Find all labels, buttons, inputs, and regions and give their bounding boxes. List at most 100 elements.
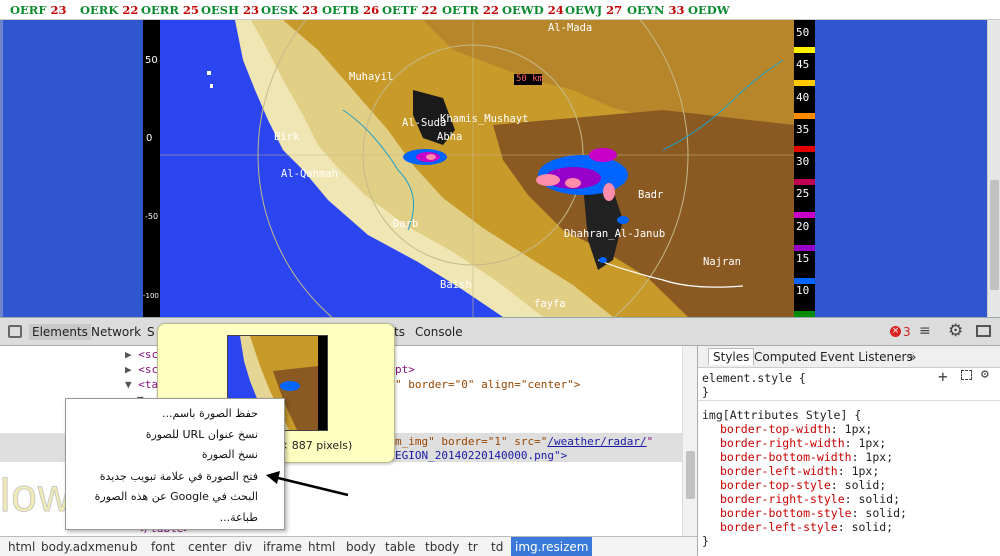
menu-item-save-image-as[interactable]: حفظ الصورة باسم...	[162, 407, 258, 420]
station-oetr[interactable]: OETR 22	[442, 3, 499, 17]
city-label: Al-Qahmah	[281, 168, 338, 180]
css-property[interactable]: border-bottom-width: 1px;	[720, 450, 893, 464]
breadcrumb-item[interactable]: html	[308, 540, 335, 554]
right-gutter	[839, 20, 987, 317]
radar-image[interactable]: 50 0 -50 -100 50 km Al-Mada Muhayil Al-S…	[143, 20, 839, 317]
station-oerr[interactable]: OERR 25	[141, 3, 199, 17]
radar-island-2	[210, 84, 213, 88]
breadcrumb-item[interactable]: tr	[468, 540, 478, 554]
city-label: Muhayil	[349, 71, 394, 83]
city-label: Baish	[440, 279, 472, 291]
toggle-state-icon[interactable]	[961, 370, 972, 380]
station-oetb[interactable]: OETB 26	[322, 3, 379, 17]
gear-icon[interactable]: ⚙	[981, 367, 989, 382]
element-style-rule[interactable]: element.style {	[702, 371, 806, 385]
tab-audits[interactable]: ts	[394, 325, 405, 339]
breadcrumb-item[interactable]: iframe	[263, 540, 302, 554]
tab-console[interactable]: Console	[415, 325, 463, 339]
menu-item-open-image-new-tab[interactable]: فتح الصورة في علامة تبويب جديدة	[100, 470, 258, 483]
station-oesk[interactable]: OESK 23	[261, 3, 318, 17]
scale-label: 40	[795, 91, 811, 104]
city-label: Dhahran_Al-Janub	[564, 228, 666, 240]
img-node-line-2: EGION_20140220140000.png">	[395, 449, 568, 462]
scale-label: 35	[795, 123, 811, 136]
breadcrumb-item[interactable]: table	[385, 540, 415, 554]
tab-styles[interactable]: Styles	[708, 348, 755, 365]
radar-rain-peak-east-3	[603, 183, 615, 201]
tab-computed[interactable]: Computed	[754, 350, 816, 364]
station-oeyn[interactable]: OEYN 33	[627, 3, 685, 17]
radar-island-1	[207, 71, 211, 75]
dock-icon[interactable]	[976, 325, 991, 337]
watermark-text: low	[0, 469, 73, 522]
thumb-rain	[280, 381, 300, 391]
breadcrumb-item[interactable]: td	[491, 540, 503, 554]
elements-scrollbar[interactable]	[682, 346, 697, 536]
annotation-arrow-icon	[266, 471, 349, 497]
station-oesh[interactable]: OESH 23	[201, 3, 259, 17]
tab-elements[interactable]: Elements	[29, 324, 91, 340]
page-scroll-thumb[interactable]	[990, 180, 999, 290]
css-property[interactable]: border-bottom-style: solid;	[720, 506, 907, 520]
error-count[interactable]: 3	[903, 325, 911, 339]
img-node-line[interactable]: m_img" border="1" src="/weather/radar/"	[395, 435, 653, 449]
menu-item-copy-image[interactable]: نسخ الصورة	[202, 448, 258, 461]
table-attributes: " border="0" align="center">	[395, 378, 581, 391]
attributes-style-selector[interactable]: img[Attributes Style] {	[702, 408, 861, 422]
breadcrumb-item[interactable]: body.adxmenu	[41, 540, 129, 554]
tree-node[interactable]: ▼ <ta	[125, 378, 158, 392]
css-property[interactable]: border-right-style: solid;	[720, 492, 900, 506]
city-label: Birk	[274, 131, 300, 143]
scale-swatch-bar	[794, 212, 815, 218]
css-property[interactable]: border-left-width: 1px;	[720, 464, 879, 478]
scale-swatch-bar	[794, 113, 815, 119]
console-drawer-icon[interactable]: ≡	[919, 323, 931, 339]
tree-node[interactable]: ▶ <sc	[125, 363, 158, 377]
breadcrumb-item-active[interactable]: img.resizem	[511, 537, 593, 556]
add-rule-icon[interactable]: +	[938, 367, 948, 386]
gear-icon[interactable]: ⚙	[948, 321, 963, 341]
tab-event-listeners[interactable]: Event Listeners	[820, 350, 913, 364]
axis-label: 50	[145, 55, 158, 66]
elements-scroll-thumb[interactable]	[686, 451, 695, 499]
breadcrumb-item[interactable]: tbody	[425, 540, 459, 554]
breadcrumb-item[interactable]: body	[346, 540, 376, 554]
tree-node-fragment: pt>	[395, 363, 415, 376]
styles-tab-bar: Styles Computed Event Listeners »	[698, 346, 1000, 368]
station-oedw[interactable]: OEDW	[688, 3, 730, 17]
breadcrumb-item[interactable]: div	[234, 540, 252, 554]
tab-sources[interactable]: S	[147, 325, 155, 339]
radar-rain-cell-small	[617, 216, 629, 224]
station-oerk[interactable]: OERK 22	[80, 3, 138, 17]
css-property[interactable]: border-left-style: solid;	[720, 520, 893, 534]
scale-label: 15	[795, 252, 811, 265]
breadcrumb-item[interactable]: font	[151, 540, 175, 554]
station-oewj[interactable]: OEWJ 27	[565, 3, 622, 17]
station-bar: OERF 23 OERK 22 OERR 25 OESH 23 OESK 23 …	[0, 0, 1000, 20]
inspect-icon[interactable]	[8, 325, 22, 338]
scale-swatch-bar	[794, 146, 815, 152]
tree-node[interactable]: ▶ <sc	[125, 348, 158, 362]
left-gutter	[0, 20, 143, 317]
error-icon[interactable]: ×	[890, 326, 901, 337]
scale-label: 25	[795, 187, 811, 200]
css-property[interactable]: border-top-width: 1px;	[720, 422, 872, 436]
breadcrumb-item[interactable]: html	[8, 540, 35, 554]
menu-item-search-google-image[interactable]: البحث في Google عن هذه الصورة	[95, 490, 258, 503]
city-label: fayfa	[534, 298, 566, 310]
station-oewd[interactable]: OEWD 24	[502, 3, 564, 17]
more-tabs-icon[interactable]: »	[909, 350, 916, 364]
scale-label: 10	[795, 284, 811, 297]
tab-network[interactable]: Network	[91, 325, 141, 339]
breadcrumb-item[interactable]: center	[188, 540, 227, 554]
radar-map-svg	[143, 20, 839, 317]
station-oerf[interactable]: OERF 23	[10, 3, 67, 17]
rule-separator	[698, 400, 1000, 401]
css-property[interactable]: border-right-width: 1px;	[720, 436, 886, 450]
station-oetf[interactable]: OETF 22	[382, 3, 438, 17]
page-scrollbar[interactable]	[987, 20, 1000, 317]
menu-item-print[interactable]: طباعة...	[220, 511, 258, 524]
css-property[interactable]: border-top-style: solid;	[720, 478, 886, 492]
breadcrumb-item[interactable]: b	[130, 540, 138, 554]
menu-item-copy-image-url[interactable]: نسخ عنوان URL للصورة	[146, 428, 258, 441]
